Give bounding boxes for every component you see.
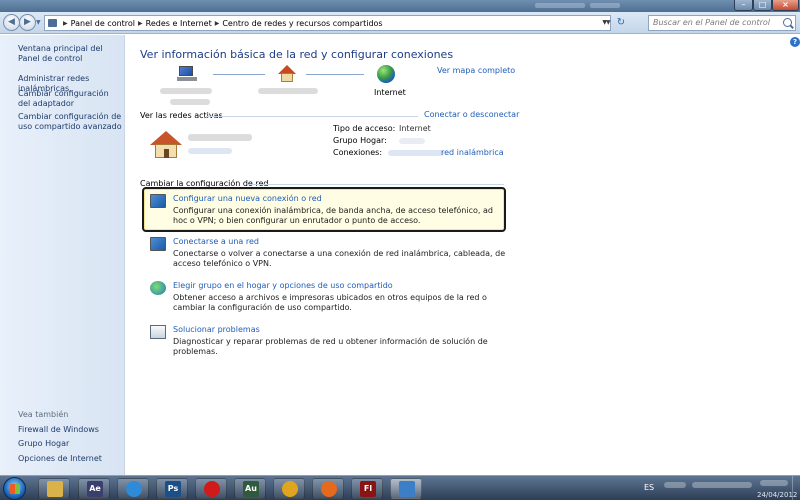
computer-name-blur [160, 88, 212, 94]
task-desc: Obtener acceso a archivos e impresoras u… [173, 293, 487, 312]
connection-name-blur [388, 150, 444, 156]
flash-icon: Fl [360, 481, 376, 497]
refresh-icon[interactable]: ↻ [614, 16, 628, 30]
access-type-label: Tipo de acceso: [333, 124, 396, 133]
search-icon[interactable] [783, 18, 792, 27]
see-also-internet-options[interactable]: Opciones de Internet [18, 454, 122, 464]
access-type-value: Internet [399, 124, 431, 133]
crumb-separator-icon[interactable]: ▶ [63, 20, 68, 27]
audition-icon: Au [243, 481, 259, 497]
see-also-homegroup[interactable]: Grupo Hogar [18, 439, 122, 449]
sidebar-item-advanced-sharing[interactable]: Cambiar configuración de uso compartido … [18, 112, 122, 132]
back-button[interactable]: ◀ [3, 14, 20, 31]
task-title[interactable]: Configurar una nueva conexión o red [173, 194, 322, 203]
active-network-name-blur [188, 134, 252, 141]
taskbar-app-button[interactable] [195, 478, 227, 499]
connection-line [213, 74, 265, 75]
homegroup-icon [150, 281, 166, 295]
help-icon[interactable]: ? [790, 37, 800, 47]
close-button[interactable]: × [772, 0, 799, 11]
media-player-icon [321, 481, 337, 497]
forward-button[interactable]: ▶ [19, 14, 36, 31]
connect-network-icon [150, 237, 166, 251]
file-explorer-icon [47, 481, 63, 497]
record-icon [204, 481, 220, 497]
home-network-icon[interactable] [278, 65, 296, 83]
crumb-control-panel[interactable]: Panel de control [71, 19, 135, 28]
refresh-dropdown-icon[interactable]: ▼ [606, 19, 611, 26]
breadcrumb[interactable]: ▶ Panel de control ▶ Redes e Internet ▶ … [44, 15, 611, 31]
taskbar-app-button[interactable]: Au [234, 478, 266, 499]
task-title[interactable]: Solucionar problemas [173, 325, 260, 334]
chrome-icon [282, 481, 298, 497]
section-divider [248, 184, 504, 185]
internet-label: Internet [374, 88, 406, 97]
address-bar: ◀ ▶ ▼ ▶ Panel de control ▶ Redes e Inter… [0, 12, 800, 34]
taskbar-app-button[interactable] [312, 478, 344, 499]
start-button[interactable] [3, 477, 26, 500]
section-divider [206, 116, 418, 117]
minimize-button[interactable]: – [734, 0, 753, 11]
crumb-network-center[interactable]: Centro de redes y recursos compartidos [222, 19, 382, 28]
computer-name-blur [170, 99, 210, 105]
homegroup-label: Grupo Hogar: [333, 136, 387, 145]
task-desc: Configurar una conexión inalámbrica, de … [173, 206, 493, 225]
after-effects-icon: Ae [87, 481, 103, 497]
view-full-map-link[interactable]: Ver mapa completo [437, 66, 515, 75]
show-desktop-button[interactable] [792, 476, 800, 500]
connect-disconnect-link[interactable]: Conectar o desconectar [424, 110, 519, 119]
title-blur [535, 3, 585, 8]
crumb-separator-icon[interactable]: ▶ [215, 20, 220, 27]
homegroup-value-blur [399, 138, 425, 144]
windows-logo-icon [10, 484, 20, 494]
search-input[interactable]: Buscar en el Panel de control [648, 15, 796, 31]
tray-blur [692, 482, 752, 488]
taskbar-app-button[interactable]: Fl [351, 478, 383, 499]
taskbar-app-button[interactable] [38, 478, 70, 499]
maximize-button[interactable]: □ [753, 0, 772, 11]
history-dropdown-icon[interactable]: ▼ [36, 19, 41, 26]
see-also-firewall[interactable]: Firewall de Windows [18, 425, 122, 435]
photoshop-icon: Ps [165, 481, 181, 497]
task-title[interactable]: Conectarse a una red [173, 237, 259, 246]
task-title[interactable]: Elegir grupo en el hogar y opciones de u… [173, 281, 393, 290]
connection-line [306, 74, 364, 75]
active-network-house-icon [150, 131, 183, 159]
wireless-connection-link[interactable]: red inalámbrica [441, 148, 504, 157]
control-panel-icon [48, 19, 57, 27]
task-desc: Conectarse o volver a conectarse a una c… [173, 249, 506, 268]
task-desc: Diagnosticar y reparar problemas de red … [173, 337, 488, 356]
network-center-icon [399, 481, 415, 497]
crumb-separator-icon[interactable]: ▶ [138, 20, 143, 27]
taskbar: Ae Ps Au Fl ES 24/04/2012 [0, 475, 800, 500]
crumb-network-internet[interactable]: Redes e Internet [146, 19, 212, 28]
tray-blur [664, 482, 686, 488]
taskbar-app-button[interactable] [390, 478, 422, 499]
see-also-heading: Vea también [18, 410, 69, 419]
taskbar-app-button[interactable] [117, 478, 149, 499]
taskbar-app-button[interactable] [273, 478, 305, 499]
language-indicator[interactable]: ES [644, 483, 654, 492]
taskbar-app-button[interactable]: Ps [156, 478, 188, 499]
page-title: Ver información básica de la red y confi… [140, 48, 454, 61]
internet-globe-icon[interactable] [377, 65, 395, 83]
window-title-bar: – □ × [0, 0, 800, 12]
clock-blur [760, 480, 788, 486]
connections-label: Conexiones: [333, 148, 383, 157]
sidebar-item-control-panel-home[interactable]: Ventana principal del Panel de control [18, 44, 122, 64]
title-blur [590, 3, 620, 8]
new-connection-icon [150, 194, 166, 208]
troubleshoot-icon [150, 325, 166, 339]
app-circle-icon [126, 481, 142, 497]
search-placeholder: Buscar en el Panel de control [653, 18, 771, 27]
computer-icon[interactable] [177, 65, 199, 83]
sidebar-item-adapter-settings[interactable]: Cambiar configuración del adaptador [18, 89, 122, 109]
active-network-type-blur [188, 148, 232, 154]
network-name-blur [258, 88, 318, 94]
taskbar-app-button[interactable]: Ae [78, 478, 110, 499]
